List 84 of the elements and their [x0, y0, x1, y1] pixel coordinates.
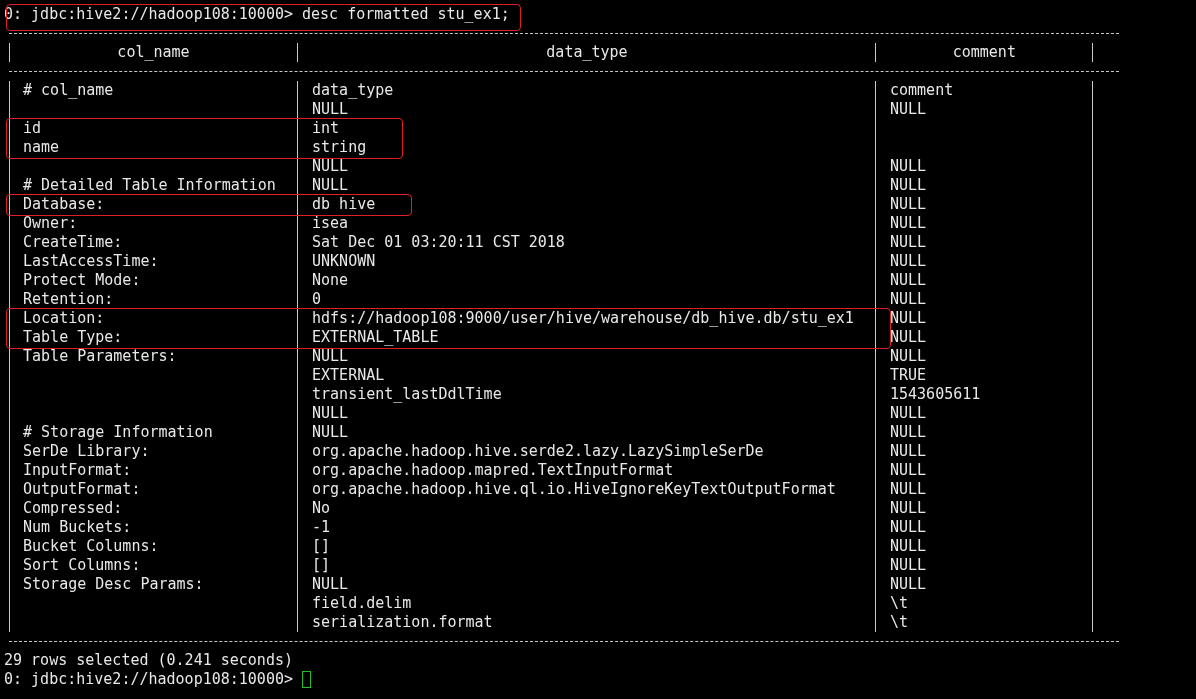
table-cell: NULL — [890, 328, 927, 347]
table-cell: # col_name — [23, 81, 114, 100]
table-cell: org.apache.hadoop.mapred.TextInputFormat — [312, 461, 674, 480]
table-cell: InputFormat: — [23, 461, 132, 480]
table-cell: NULL — [312, 176, 349, 195]
table-cell: NULL — [890, 252, 927, 271]
table-cell: [] — [312, 556, 331, 575]
table-cell: No — [312, 499, 331, 518]
table-cell: NULL — [890, 575, 927, 594]
table-cell: # Storage Information — [23, 423, 213, 442]
table-cell: 1543605611 — [890, 385, 981, 404]
table-cell: NULL — [890, 499, 927, 518]
status-message: 29 rows selected (0.241 seconds) — [4, 651, 293, 670]
column-header: data_type — [546, 43, 628, 62]
table-cell: Sat Dec 01 03:20:11 CST 2018 — [312, 233, 565, 252]
table-cell: [] — [312, 537, 331, 556]
table-cell: id — [23, 119, 42, 138]
column-header: col_name — [117, 43, 190, 62]
table-cell: NULL — [890, 176, 927, 195]
table-cell: Num Buckets: — [23, 518, 132, 537]
table-cell: NULL — [890, 442, 927, 461]
table-cell: string — [312, 138, 367, 157]
table-cell: Owner: — [23, 214, 78, 233]
table-cell: \t — [890, 613, 909, 632]
table-cell: serialization.format — [312, 613, 493, 632]
table-cell: Retention: — [23, 290, 114, 309]
table-cell: int — [312, 119, 340, 138]
prompt: 0: jdbc:hive2://hadoop108:10000> — [4, 670, 293, 689]
table-cell: NULL — [890, 195, 927, 214]
table-cell: NULL — [312, 575, 349, 594]
table-cell: NULL — [890, 100, 927, 119]
table-cell: NULL — [312, 423, 349, 442]
table-cell: OutputFormat: — [23, 480, 141, 499]
table-cell: Table Parameters: — [23, 347, 177, 366]
table-cell: hdfs://hadoop108:9000/user/hive/warehouse/db_hive.db/stu_ex1 — [312, 309, 854, 328]
table-cell: NULL — [890, 347, 927, 366]
table-cell: NULL — [312, 100, 349, 119]
table-cell: NULL — [890, 404, 927, 423]
table-cell: CreateTime: — [23, 233, 123, 252]
table-cell: NULL — [890, 157, 927, 176]
table-cell: Sort Columns: — [23, 556, 141, 575]
table-cell: NULL — [890, 233, 927, 252]
table-cell: NULL — [890, 423, 927, 442]
table-cell: NULL — [890, 290, 927, 309]
table-cell: Storage Desc Params: — [23, 575, 204, 594]
table-cell: UNKNOWN — [312, 252, 376, 271]
table-cell: \t — [890, 594, 909, 613]
table-cell: NULL — [890, 214, 927, 233]
table-cell: NULL — [890, 309, 927, 328]
table-cell: data_type — [312, 81, 394, 100]
table-cell: NULL — [312, 347, 349, 366]
table-cell: Location: — [23, 309, 105, 328]
table-cell: -1 — [312, 518, 331, 537]
column-header: comment — [952, 43, 1016, 62]
table-cell: org.apache.hadoop.hive.serde2.lazy.LazySimpleSerDe — [312, 442, 764, 461]
table-cell: SerDe Library: — [23, 442, 150, 461]
table-cell: NULL — [312, 157, 349, 176]
table-cell: Database: — [23, 195, 105, 214]
table-cell: # Detailed Table Information — [23, 176, 276, 195]
table-cell: NULL — [890, 480, 927, 499]
table-cell: NULL — [890, 556, 927, 575]
table-cell: NULL — [890, 461, 927, 480]
table-cell: NULL — [890, 518, 927, 537]
table-cell: org.apache.hadoop.hive.ql.io.HiveIgnoreKeyTextOutputFormat — [312, 480, 836, 499]
table-cell: Bucket Columns: — [23, 537, 159, 556]
table-cell: name — [23, 138, 60, 157]
command-text: desc formatted stu_ex1; — [302, 5, 510, 24]
table-cell: Compressed: — [23, 499, 123, 518]
table-cell: Table Type: — [23, 328, 123, 347]
table-cell: isea — [312, 214, 349, 233]
table-cell: NULL — [312, 404, 349, 423]
table-cell: 0 — [312, 290, 322, 309]
table-cell: Protect Mode: — [23, 271, 141, 290]
table-cell: NULL — [890, 537, 927, 556]
table-cell: NULL — [890, 271, 927, 290]
table-cell: transient_lastDdlTime — [312, 385, 502, 404]
table-cell: TRUE — [890, 366, 927, 385]
table-cell: field.delim — [312, 594, 412, 613]
table-cell: None — [312, 271, 349, 290]
table-cell: EXTERNAL — [312, 366, 385, 385]
table-cell: db hive — [312, 195, 376, 214]
table-cell: LastAccessTime: — [23, 252, 159, 271]
table-cell: EXTERNAL_TABLE — [312, 328, 439, 347]
table-cell: comment — [890, 81, 954, 100]
